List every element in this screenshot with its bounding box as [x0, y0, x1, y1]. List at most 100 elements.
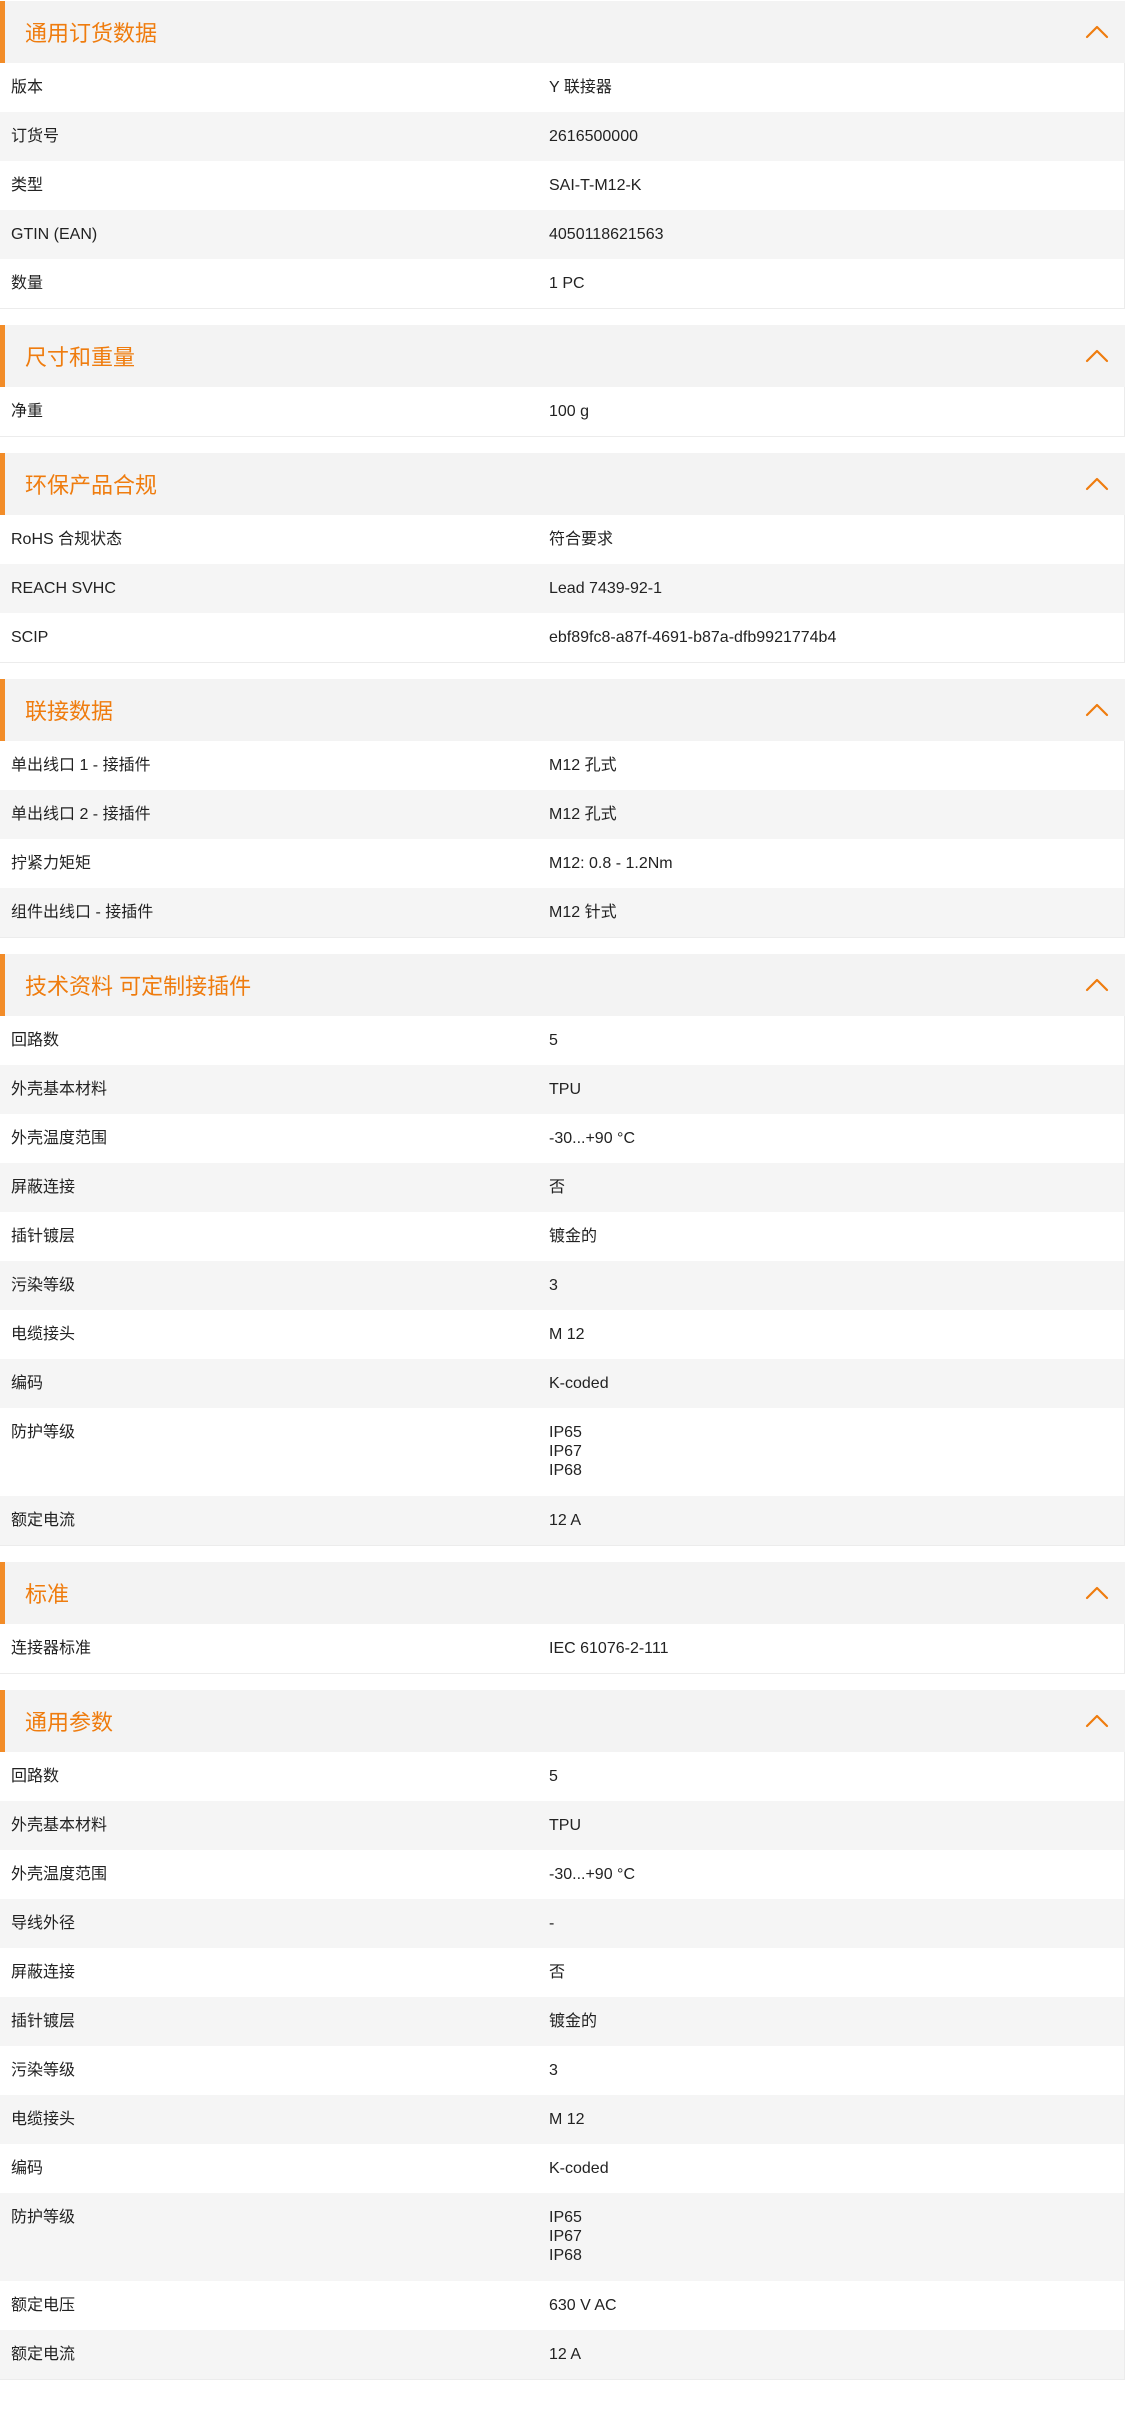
chevron-up-icon[interactable]: [1075, 679, 1119, 741]
spec-value-line: IP65: [549, 2209, 582, 2226]
spec-label: 额定电压: [11, 2297, 76, 2314]
spec-value: -30...+90 °C: [539, 1850, 1124, 1899]
section-title: 通用参数: [25, 1710, 114, 1735]
spec-value-line: 2616500000: [549, 128, 638, 145]
spec-value-line: M 12: [549, 2111, 585, 2128]
spec-label: 单出线口 1 - 接插件: [11, 757, 151, 774]
spec-table: 连接器标准 IEC 61076-2-111: [0, 1624, 1125, 1674]
spec-row: 编码 K-coded: [0, 2144, 1124, 2193]
section-header[interactable]: 标准: [0, 1562, 1125, 1624]
chevron-up-icon[interactable]: [1075, 1690, 1119, 1752]
spec-value: 2616500000: [539, 112, 1124, 161]
spec-row: 屏蔽连接 否: [0, 1948, 1124, 1997]
spec-value: 否: [539, 1163, 1124, 1212]
spec-value-line: IP68: [549, 2247, 582, 2264]
spec-value: TPU: [539, 1065, 1124, 1114]
chevron-up-icon[interactable]: [1075, 453, 1119, 515]
spec-value-line: -: [549, 1915, 555, 1932]
spec-table: 回路数 5 外壳基本材料 TPU 外壳温度范围 -30...+90 °C 导线外…: [0, 1752, 1125, 2380]
spec-row: 电缆接头 M 12: [0, 1310, 1124, 1359]
spec-section: 通用参数 回路数 5 外壳基本材料 TPU 外壳温度范围 -30...+90 °…: [0, 1690, 1125, 2380]
spec-label: 电缆接头: [11, 1326, 76, 1343]
spec-row: 防护等级 IP65 IP67 IP68: [0, 2193, 1124, 2281]
spec-value: 4050118621563: [539, 210, 1124, 259]
product-spec-page: 通用订货数据 版本 Y 联接器 订货号 2616500000 类型 SAI-T-…: [0, 0, 1125, 2380]
spec-value: IP65 IP67 IP68: [539, 1408, 1124, 1496]
spec-value-line: -30...+90 °C: [549, 1130, 635, 1147]
spec-row: 订货号 2616500000: [0, 112, 1124, 161]
spec-label: 外壳基本材料: [11, 1081, 108, 1098]
chevron-up-icon[interactable]: [1075, 1562, 1119, 1624]
spec-label: 外壳基本材料: [11, 1817, 108, 1834]
spec-label: 拧紧力矩矩: [11, 855, 92, 872]
section-header[interactable]: 联接数据: [0, 679, 1125, 741]
spec-row: 插针镀层 镀金的: [0, 1997, 1124, 2046]
spec-value-line: Y 联接器: [549, 79, 612, 96]
spec-value: -: [539, 1899, 1124, 1948]
spec-value-line: 镀金的: [549, 1228, 598, 1245]
section-header[interactable]: 环保产品合规: [0, 453, 1125, 515]
spec-value: 12 A: [539, 2330, 1124, 2379]
chevron-up-icon[interactable]: [1075, 1, 1119, 63]
section-header[interactable]: 通用订货数据: [0, 1, 1125, 63]
spec-label: 导线外径: [11, 1915, 76, 1932]
spec-value-line: M12 孔式: [549, 757, 617, 774]
section-title: 尺寸和重量: [25, 345, 136, 370]
spec-section: 标准 连接器标准 IEC 61076-2-111: [0, 1562, 1125, 1674]
spec-value-line: 否: [549, 1179, 566, 1196]
spec-label: 回路数: [11, 1032, 60, 1049]
spec-value-line: 否: [549, 1964, 566, 1981]
spec-value: ebf89fc8-a87f-4691-b87a-dfb9921774b4: [539, 613, 1124, 662]
section-header[interactable]: 尺寸和重量: [0, 325, 1125, 387]
spec-value: K-coded: [539, 1359, 1124, 1408]
spec-value: M 12: [539, 2095, 1124, 2144]
spec-label: 屏蔽连接: [11, 1964, 76, 1981]
spec-value-line: 12 A: [549, 2346, 582, 2363]
spec-value: 630 V AC: [539, 2281, 1124, 2330]
spec-row: REACH SVHC Lead 7439-92-1: [0, 564, 1124, 613]
spec-section: 通用订货数据 版本 Y 联接器 订货号 2616500000 类型 SAI-T-…: [0, 1, 1125, 309]
spec-value: SAI-T-M12-K: [539, 161, 1124, 210]
spec-value-line: TPU: [549, 1817, 581, 1834]
spec-row: 污染等级 3: [0, 1261, 1124, 1310]
spec-table: 单出线口 1 - 接插件 M12 孔式 单出线口 2 - 接插件 M12 孔式 …: [0, 741, 1125, 938]
spec-row: 连接器标准 IEC 61076-2-111: [0, 1624, 1124, 1673]
spec-label: REACH SVHC: [11, 580, 116, 597]
spec-value-line: 1 PC: [549, 275, 585, 292]
spec-value: 1 PC: [539, 259, 1124, 308]
spec-value-line: -30...+90 °C: [549, 1866, 635, 1883]
section-title: 技术资料 可定制接插件: [25, 974, 252, 999]
chevron-up-icon[interactable]: [1075, 325, 1119, 387]
spec-row: 屏蔽连接 否: [0, 1163, 1124, 1212]
spec-table: 回路数 5 外壳基本材料 TPU 外壳温度范围 -30...+90 °C 屏蔽连…: [0, 1016, 1125, 1546]
spec-value: 3: [539, 2046, 1124, 2095]
spec-value-line: Lead 7439-92-1: [549, 580, 662, 597]
spec-value: M 12: [539, 1310, 1124, 1359]
spec-value-line: 5: [549, 1768, 558, 1785]
spec-value-line: 4050118621563: [549, 226, 664, 243]
spec-value-line: 5: [549, 1032, 558, 1049]
spec-value: M12: 0.8 - 1.2Nm: [539, 839, 1124, 888]
spec-value: IEC 61076-2-111: [539, 1624, 1124, 1673]
section-header[interactable]: 通用参数: [0, 1690, 1125, 1752]
spec-value: M12 孔式: [539, 790, 1124, 839]
spec-label: 单出线口 2 - 接插件: [11, 806, 151, 823]
chevron-up-icon[interactable]: [1075, 954, 1119, 1016]
spec-label: 回路数: [11, 1768, 60, 1785]
spec-row: 外壳温度范围 -30...+90 °C: [0, 1850, 1124, 1899]
spec-value: 镀金的: [539, 1997, 1124, 2046]
spec-value: Y 联接器: [539, 63, 1124, 112]
spec-label: 额定电流: [11, 2346, 76, 2363]
spec-label: 插针镀层: [11, 1228, 76, 1245]
spec-row: 额定电流 12 A: [0, 1496, 1124, 1545]
spec-row: 额定电流 12 A: [0, 2330, 1124, 2379]
spec-label: 组件出线口 - 接插件: [11, 904, 154, 921]
spec-value: M12 孔式: [539, 741, 1124, 790]
spec-value-line: TPU: [549, 1081, 581, 1098]
spec-label: 编码: [11, 2160, 44, 2177]
section-header[interactable]: 技术资料 可定制接插件: [0, 954, 1125, 1016]
spec-row: 净重 100 g: [0, 387, 1124, 436]
spec-value: 否: [539, 1948, 1124, 1997]
spec-row: GTIN (EAN) 4050118621563: [0, 210, 1124, 259]
spec-label: RoHS 合规状态: [11, 531, 123, 548]
